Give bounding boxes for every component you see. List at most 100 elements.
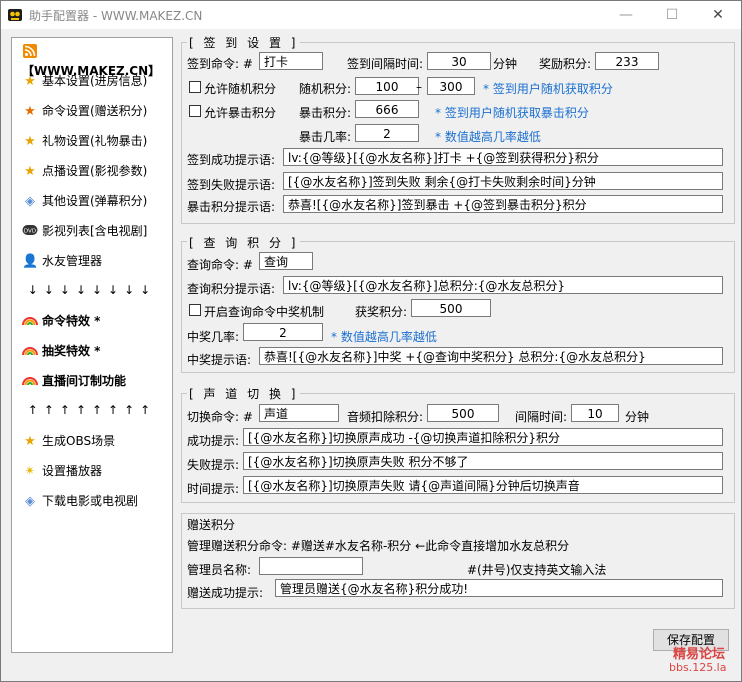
query-command-input[interactable]: 查询 xyxy=(259,252,313,270)
crit-rate-label: 暴击几率: xyxy=(299,130,352,144)
sidebar-header[interactable]: 【WWW.MAKEZ.CN】 xyxy=(22,41,172,78)
sidebar-item-label: 设置播放器 xyxy=(42,464,103,478)
rainbow-icon xyxy=(22,374,38,390)
sidebar-item-label: 礼物设置(礼物暴击) xyxy=(42,134,148,148)
crit-points-label: 暴击积分: xyxy=(299,106,352,120)
win-msg-input[interactable]: 恭喜![{@水友名称}]中奖 +{@查询中奖积分} 总积分:{@水友总积分} xyxy=(259,347,723,365)
sidebar-item-label: 命令设置(赠送积分) xyxy=(42,104,148,118)
voice-success-label: 成功提示: xyxy=(187,434,240,448)
sidebar-item-label: 影视列表[含电视剧] xyxy=(42,224,148,238)
star-icon: ★ xyxy=(24,163,36,179)
admin-name-hint: #(井号)仅支持英文输入法 xyxy=(467,563,607,577)
star-icon: ★ xyxy=(24,103,36,119)
sidebar: 【WWW.MAKEZ.CN】 ★ 基本设置(进房信息) ★ 命令设置(赠送积分) ★… xyxy=(11,37,173,653)
prize-points-label: 获奖积分: xyxy=(355,305,408,319)
win-rate-hint: * 数值越高几率越低 xyxy=(331,330,437,344)
gift-title: 赠送积分 xyxy=(187,516,236,533)
signin-interval-unit: 分钟 xyxy=(493,57,518,71)
sidebar-item-label: 点播设置(影视参数) xyxy=(42,164,148,178)
sidebar-item-vod[interactable]: ★ 点播设置(影视参数) xyxy=(22,161,147,181)
crit-rate-input[interactable]: 2 xyxy=(355,124,419,142)
sidebar-item-users[interactable]: 👤 水友管理器 xyxy=(22,251,102,271)
tag-icon: ◈ xyxy=(25,193,35,209)
admin-name-input[interactable] xyxy=(259,557,363,575)
crit-msg-input[interactable]: 恭喜![{@水友名称}]签到暴击 +{@签到暴击积分}积分 xyxy=(283,195,723,213)
minimize-icon: — xyxy=(619,7,633,23)
star-icon: ★ xyxy=(24,133,36,149)
signin-reward-label: 奖励积分: xyxy=(539,57,592,71)
prize-points-input[interactable]: 500 xyxy=(411,299,491,317)
signin-interval-input[interactable]: 30 xyxy=(427,52,491,70)
random-max-input[interactable]: 300 xyxy=(427,77,475,95)
minimize-button[interactable]: — xyxy=(603,1,649,29)
app-window: 助手配置器 - WWW.MAKEZ.CN — ☐ ✕ 【WWW.MAKEZ.CN… xyxy=(0,0,742,682)
signin-command-input[interactable]: 打卡 xyxy=(259,52,323,70)
sidebar-item-other[interactable]: ◈ 其他设置(弹幕积分) xyxy=(22,191,147,211)
signin-fail-input[interactable]: [{@水友名称}]签到失败 剩余{@打卡失败剩余时间}分钟 xyxy=(283,172,723,190)
close-icon: ✕ xyxy=(712,7,724,23)
signin-success-input[interactable]: lv:{@等级}[{@水友名称}]打卡 +{@签到获得积分}积分 xyxy=(283,148,723,166)
sidebar-item-label: 直播间订制功能 xyxy=(42,374,127,388)
crit-points-hint: * 签到用户随机获取暴击积分 xyxy=(435,106,589,120)
voice-time-input[interactable]: [{@水友名称}]切换原声失败 请{@声道间隔}分钟后切换声音 xyxy=(243,476,723,494)
sidebar-item-gift[interactable]: ★ 礼物设置(礼物暴击) xyxy=(22,131,147,151)
watermark-url: bbs.125.la xyxy=(669,661,727,674)
voice-cost-input[interactable]: 500 xyxy=(427,404,499,422)
gift-success-input[interactable]: 管理员赠送{@水友名称}积分成功! xyxy=(275,579,723,597)
arrows-up: ↑↑↑↑↑↑↑↑ xyxy=(27,403,157,417)
sidebar-item-label: 抽奖特效 * xyxy=(42,344,101,358)
random-min-input[interactable]: 100 xyxy=(355,77,419,95)
sidebar-item-custom[interactable]: 直播间订制功能 xyxy=(22,371,126,391)
voice-fail-input[interactable]: [{@水友名称}]切换原声失败 积分不够了 xyxy=(243,452,723,470)
close-button[interactable]: ✕ xyxy=(695,1,741,29)
sidebar-item-command[interactable]: ★ 命令设置(赠送积分) xyxy=(22,101,147,121)
sidebar-item-download[interactable]: ◈ 下载电影或电视剧 xyxy=(22,491,138,511)
voice-cost-label: 音频扣除积分: xyxy=(347,410,424,424)
sidebar-item-command-effects[interactable]: 命令特效 * xyxy=(22,311,100,331)
random-points-label: 随机积分: xyxy=(299,82,352,96)
voice-success-input[interactable]: [{@水友名称}]切换原声成功 -{@切换声道扣除积分}积分 xyxy=(243,428,723,446)
sidebar-item-label: 生成OBS场景 xyxy=(42,434,116,448)
crit-points-checkbox-label: 允许暴击积分 xyxy=(204,106,277,120)
sidebar-item-label: 基本设置(进房信息) xyxy=(42,74,148,88)
win-msg-label: 中奖提示语: xyxy=(187,353,252,367)
dvd-icon: DVD xyxy=(22,224,38,240)
query-lottery-checkbox-label: 开启查询命令中奖机制 xyxy=(204,305,325,319)
query-msg-label: 查询积分提示语: xyxy=(187,282,276,296)
sidebar-item-label: 水友管理器 xyxy=(42,254,103,268)
maximize-icon: ☐ xyxy=(665,7,679,23)
crit-points-checkbox[interactable] xyxy=(189,105,201,117)
sidebar-item-basic[interactable]: ★ 基本设置(进房信息) xyxy=(22,71,147,91)
voice-interval-unit: 分钟 xyxy=(625,410,650,424)
sidebar-item-lottery-effects[interactable]: 抽奖特效 * xyxy=(22,341,100,361)
sidebar-item-player[interactable]: ✴ 设置播放器 xyxy=(22,461,102,481)
rainbow-icon xyxy=(22,314,38,330)
random-dash: – xyxy=(416,80,422,94)
tag-icon: ◈ xyxy=(25,493,35,509)
win-rate-label: 中奖几率: xyxy=(187,330,240,344)
sparkle-icon: ✴ xyxy=(24,463,36,479)
crit-msg-label: 暴击积分提示语: xyxy=(187,200,276,214)
sidebar-item-movies[interactable]: DVD 影视列表[含电视剧] xyxy=(22,221,147,241)
signin-success-label: 签到成功提示语: xyxy=(187,153,276,167)
rainbow-icon xyxy=(22,344,38,360)
maximize-button[interactable]: ☐ xyxy=(649,1,695,29)
title-bar[interactable]: 助手配置器 - WWW.MAKEZ.CN — ☐ ✕ xyxy=(1,1,741,29)
voice-interval-input[interactable]: 10 xyxy=(571,404,619,422)
voice-command-label: 切换命令: # xyxy=(187,410,253,424)
win-rate-input[interactable]: 2 xyxy=(243,323,323,341)
query-msg-input[interactable]: lv:{@等级}[{@水友名称}]总积分:{@水友总积分} xyxy=(283,276,723,294)
star-icon: ★ xyxy=(24,433,36,449)
voice-command-input[interactable]: 声道 xyxy=(259,404,339,422)
query-lottery-checkbox[interactable] xyxy=(189,304,201,316)
signin-reward-input[interactable]: 233 xyxy=(595,52,659,70)
rss-icon xyxy=(22,43,38,60)
arrows-down: ↓↓↓↓↓↓↓↓ xyxy=(27,283,157,297)
crit-points-input[interactable]: 666 xyxy=(355,100,419,118)
random-points-hint: * 签到用户随机获取积分 xyxy=(483,82,613,96)
star-icon: ★ xyxy=(24,73,36,89)
signin-fail-label: 签到失败提示语: xyxy=(187,178,276,192)
sidebar-item-obs[interactable]: ★ 生成OBS场景 xyxy=(22,431,115,451)
random-points-checkbox[interactable] xyxy=(189,81,201,93)
svg-text:DVD: DVD xyxy=(24,228,36,234)
